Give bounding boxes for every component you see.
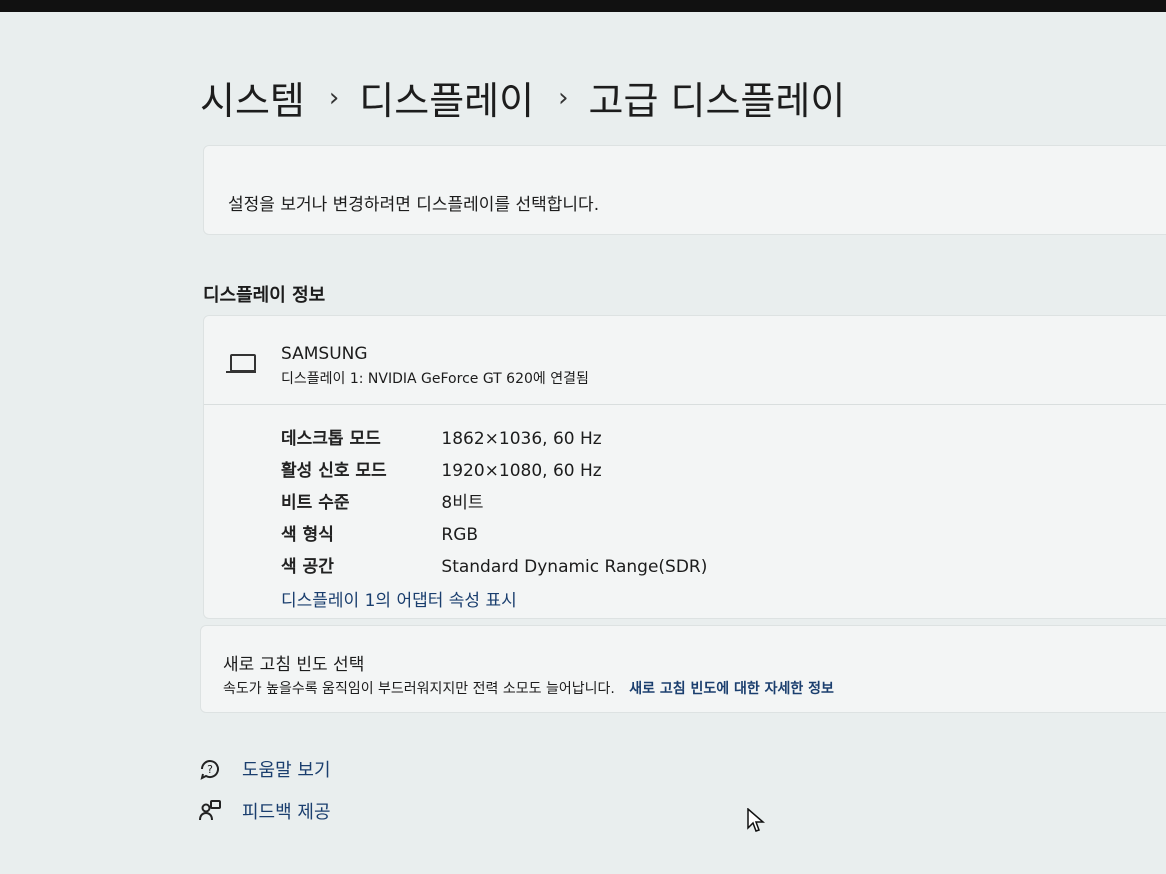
adapter-properties-link[interactable]: 디스플레이 1의 어댑터 속성 표시 bbox=[281, 586, 517, 611]
refresh-rate-description: 속도가 높을수록 움직임이 부드러워지지만 전력 소모도 늘어납니다. bbox=[223, 681, 615, 697]
refresh-rate-description-line: 속도가 높을수록 움직임이 부드러워지지만 전력 소모도 늘어납니다. 새로 고… bbox=[223, 678, 834, 698]
refresh-rate-title: 새로 고침 빈도 선택 bbox=[223, 655, 365, 675]
breadcrumb-system[interactable]: 시스템 bbox=[200, 70, 305, 125]
info-value: 8비트 bbox=[441, 493, 484, 513]
display-info-card: SAMSUNG 디스플레이 1: NVIDIA GeForce GT 620에 … bbox=[203, 315, 1166, 619]
info-label: 데스크톱 모드 bbox=[281, 429, 381, 449]
feedback-label: 피드백 제공 bbox=[242, 802, 331, 823]
get-help-label: 도움말 보기 bbox=[242, 760, 331, 781]
get-help-link[interactable]: ? 도움말 보기 bbox=[198, 756, 331, 782]
display-select-prompt: 설정을 보거나 변경하려면 디스플레이를 선택합니다. bbox=[228, 195, 600, 215]
feedback-icon bbox=[198, 799, 222, 823]
info-value: RGB bbox=[441, 525, 479, 545]
monitor-icon bbox=[230, 354, 256, 372]
monitor-name: SAMSUNG bbox=[281, 344, 368, 364]
info-value: 1862×1036, 60 Hz bbox=[441, 429, 602, 449]
info-row-color-space: 색 공간 Standard Dynamic Range(SDR) bbox=[281, 552, 707, 577]
info-row-active-signal: 활성 신호 모드 1920×1080, 60 Hz bbox=[281, 456, 602, 481]
info-row-desktop-mode: 데스크톱 모드 1862×1036, 60 Hz bbox=[281, 424, 602, 449]
info-row-bit-depth: 비트 수준 8비트 bbox=[281, 488, 484, 513]
refresh-rate-card: 새로 고침 빈도 선택 속도가 높을수록 움직임이 부드러워지지만 전력 소모도… bbox=[200, 625, 1166, 713]
svg-text:?: ? bbox=[207, 763, 213, 776]
divider bbox=[204, 404, 1166, 405]
breadcrumb: 시스템 › 디스플레이 › 고급 디스플레이 bbox=[200, 70, 845, 125]
help-icon: ? bbox=[198, 757, 222, 781]
info-value: Standard Dynamic Range(SDR) bbox=[441, 557, 708, 577]
monitor-icon-base bbox=[226, 371, 256, 373]
info-label: 활성 신호 모드 bbox=[281, 461, 387, 481]
window-top-edge bbox=[0, 0, 1166, 12]
breadcrumb-display[interactable]: 디스플레이 bbox=[359, 70, 534, 125]
feedback-link[interactable]: 피드백 제공 bbox=[198, 798, 331, 824]
page-title: 고급 디스플레이 bbox=[588, 79, 846, 123]
section-title-display-info: 디스플레이 정보 bbox=[203, 285, 326, 306]
breadcrumb-separator-icon: › bbox=[328, 82, 340, 113]
monitor-connection: 디스플레이 1: NVIDIA GeForce GT 620에 연결됨 bbox=[281, 371, 589, 387]
info-label: 비트 수준 bbox=[281, 493, 350, 513]
refresh-rate-info-link[interactable]: 새로 고침 빈도에 대한 자세한 정보 bbox=[629, 681, 834, 697]
breadcrumb-separator-icon: › bbox=[558, 82, 569, 113]
info-value: 1920×1080, 60 Hz bbox=[441, 461, 602, 481]
info-label: 색 공간 bbox=[281, 557, 334, 577]
mouse-cursor-icon bbox=[747, 807, 766, 838]
info-row-color-format: 색 형식 RGB bbox=[281, 520, 478, 545]
info-label: 색 형식 bbox=[281, 525, 334, 545]
display-select-card: 설정을 보거나 변경하려면 디스플레이를 선택합니다. bbox=[203, 145, 1166, 235]
